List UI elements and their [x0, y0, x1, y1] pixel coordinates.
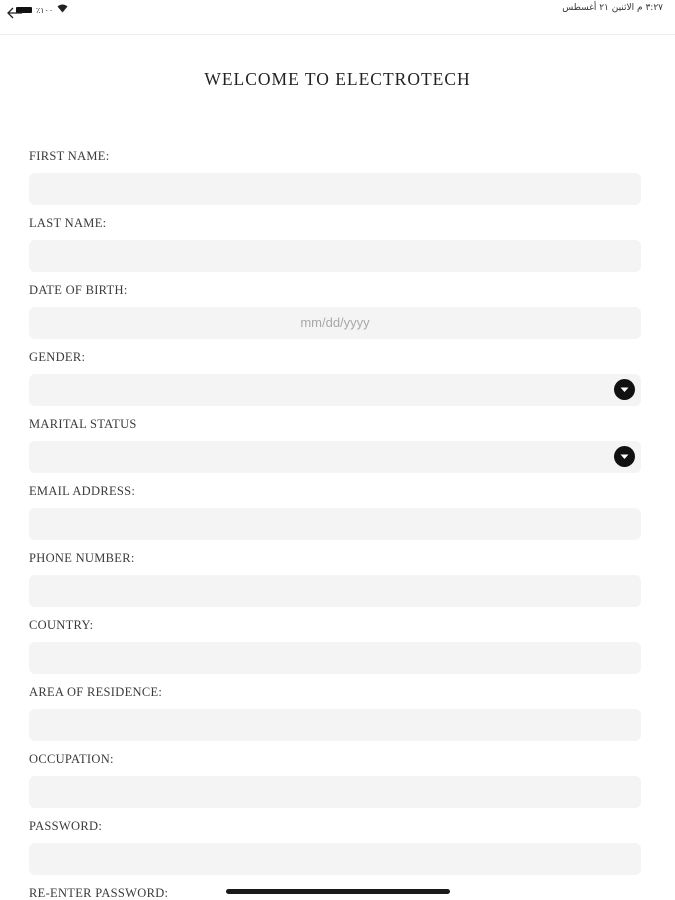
email-input[interactable]: [29, 508, 641, 540]
area-of-residence-label: AREA OF RESIDENCE:: [29, 685, 163, 699]
email-label: EMAIL ADDRESS:: [29, 484, 136, 498]
date-of-birth-label: DATE OF BIRTH:: [29, 283, 128, 297]
phone-input[interactable]: [29, 575, 641, 607]
first-name-input[interactable]: [29, 173, 641, 205]
password-label: PASSWORD:: [29, 819, 103, 833]
occupation-label: OCCUPATION:: [29, 752, 114, 766]
battery-percentage: ٪١٠٠: [36, 5, 54, 15]
registration-screen: ٪١٠٠ ٣:٢٧ م الاثنين ٢١ أغسطس WELCOME TO …: [0, 0, 675, 900]
marital-status-select[interactable]: [29, 441, 641, 473]
phone-field: PHONE NUMBER:: [29, 549, 641, 607]
first-name-label: FIRST NAME:: [29, 149, 110, 163]
date-of-birth-input[interactable]: mm/dd/yyyy: [29, 307, 641, 339]
status-datetime: ٣:٢٧ م الاثنين ٢١ أغسطس: [562, 3, 663, 13]
page-title: WELCOME TO ELECTROTECH: [204, 69, 471, 89]
gender-field: GENDER:: [29, 348, 641, 406]
password-field: PASSWORD:: [29, 817, 641, 875]
chevron-down-icon[interactable]: [614, 446, 635, 467]
marital-status-field: MARITAL STATUS: [29, 415, 641, 473]
country-input[interactable]: [29, 642, 641, 674]
date-of-birth-field: DATE OF BIRTH: mm/dd/yyyy: [29, 281, 641, 339]
wifi-icon: [57, 4, 68, 16]
area-of-residence-input[interactable]: [29, 709, 641, 741]
last-name-field: LAST NAME:: [29, 214, 641, 272]
country-field: COUNTRY:: [29, 616, 641, 674]
email-field: EMAIL ADDRESS:: [29, 482, 641, 540]
gender-label: GENDER:: [29, 350, 86, 364]
last-name-label: LAST NAME:: [29, 216, 107, 230]
area-of-residence-field: AREA OF RESIDENCE:: [29, 683, 641, 741]
first-name-field: FIRST NAME:: [29, 147, 641, 205]
last-name-input[interactable]: [29, 240, 641, 272]
status-bar: ٪١٠٠ ٣:٢٧ م الاثنين ٢١ أغسطس: [0, 0, 675, 35]
marital-status-label: MARITAL STATUS: [29, 417, 137, 431]
phone-label: PHONE NUMBER:: [29, 551, 135, 565]
chevron-down-icon[interactable]: [614, 379, 635, 400]
back-arrow-icon[interactable]: [6, 6, 24, 20]
occupation-input[interactable]: [29, 776, 641, 808]
country-label: COUNTRY:: [29, 618, 94, 632]
password-input[interactable]: [29, 843, 641, 875]
home-indicator[interactable]: [226, 889, 450, 894]
gender-select[interactable]: [29, 374, 641, 406]
date-placeholder: mm/dd/yyyy: [300, 315, 370, 330]
occupation-field: OCCUPATION:: [29, 750, 641, 808]
